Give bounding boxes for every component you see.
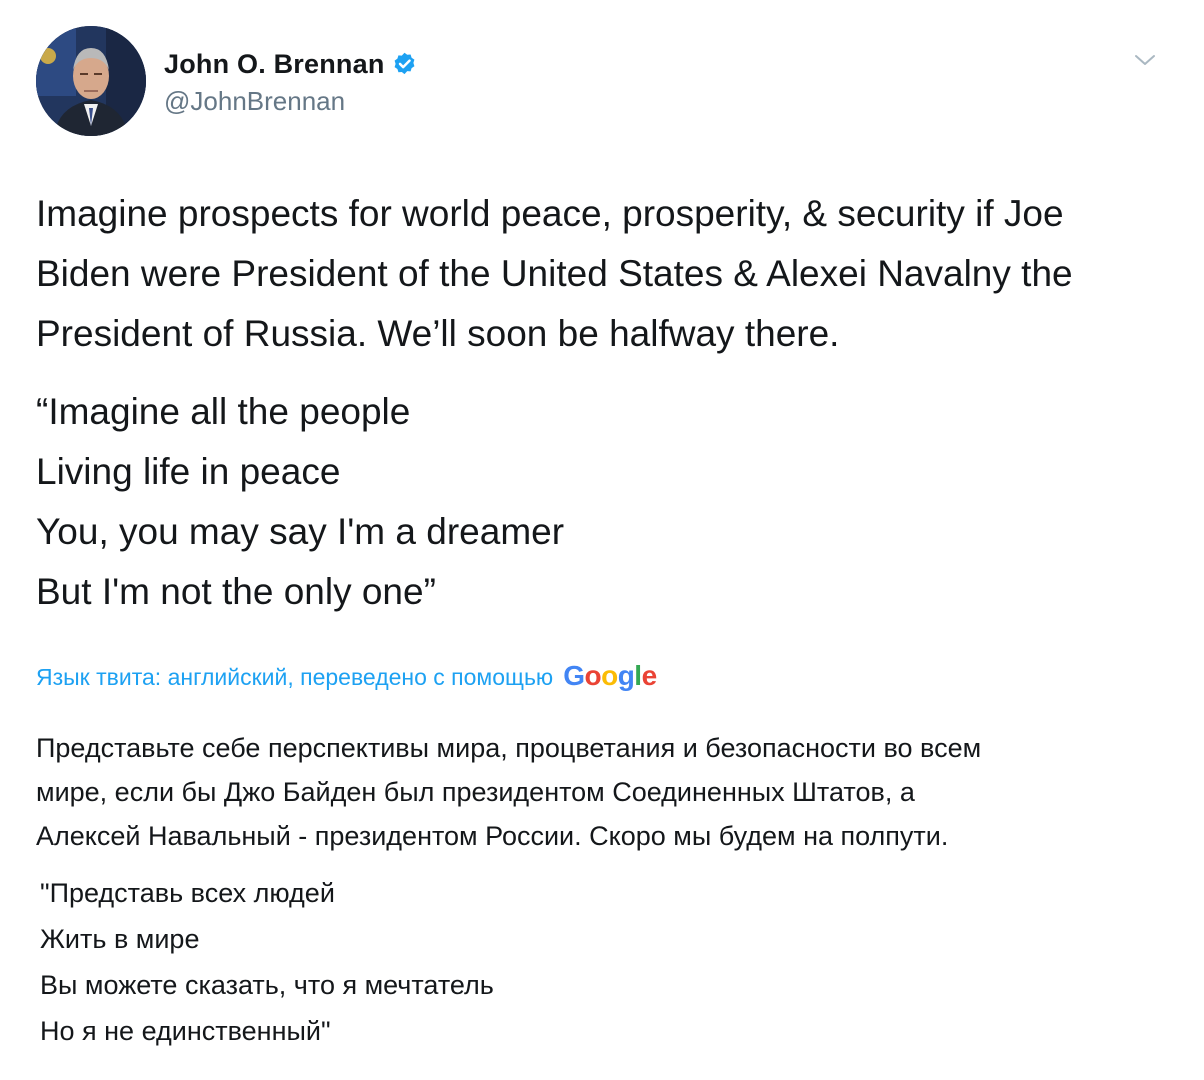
author-info: John O. Brennan @JohnBrennan bbox=[164, 46, 418, 117]
display-name[interactable]: John O. Brennan bbox=[164, 49, 385, 80]
poem-line: “Imagine all the people bbox=[36, 391, 411, 432]
avatar[interactable] bbox=[36, 26, 146, 136]
tweet-poem: “Imagine all the people Living life in p… bbox=[36, 382, 1176, 622]
translated-poem-line: Вы можете сказать, что я мечтатель bbox=[40, 970, 494, 1000]
google-logo: Google bbox=[563, 660, 658, 692]
translation-notice[interactable]: Язык твита: английский, переведено с пом… bbox=[36, 660, 657, 692]
translated-poem-line: "Представь всех людей bbox=[40, 878, 335, 908]
poem-line: Living life in peace bbox=[36, 451, 341, 492]
translated-poem-line: Жить в мире bbox=[40, 924, 200, 954]
handle[interactable]: @JohnBrennan bbox=[164, 86, 418, 117]
translated-line: Представьте себе перспективы мира, процв… bbox=[36, 733, 982, 763]
google-logo-letter: g bbox=[617, 660, 635, 691]
tweet: John O. Brennan @JohnBrennan Imagine pro… bbox=[0, 0, 1204, 1080]
tweet-header: John O. Brennan @JohnBrennan bbox=[36, 26, 1176, 138]
tweet-line: Biden were President of the United State… bbox=[36, 253, 1073, 294]
tweet-line: Imagine prospects for world peace, prosp… bbox=[36, 193, 1064, 234]
poem-line: But I'm not the only one” bbox=[36, 571, 436, 612]
translated-line: мире, если бы Джо Байден был президентом… bbox=[36, 777, 915, 807]
translated-poem-line: Но я не единственный" bbox=[40, 1016, 331, 1046]
google-logo-letter: e bbox=[641, 660, 658, 691]
translated-paragraph: Представьте себе перспективы мира, процв… bbox=[36, 726, 1176, 858]
name-row: John O. Brennan bbox=[164, 46, 418, 82]
tweet-text: Imagine prospects for world peace, prosp… bbox=[36, 184, 1176, 622]
google-logo-letter: o bbox=[584, 660, 602, 691]
tweet-paragraph: Imagine prospects for world peace, prosp… bbox=[36, 184, 1176, 364]
translated-text: Представьте себе перспективы мира, процв… bbox=[36, 726, 1176, 1054]
translated-line: Алексей Навальный - президентом России. … bbox=[36, 821, 949, 851]
tweet-line: President of Russia. We’ll soon be halfw… bbox=[36, 313, 840, 354]
translation-notice-text[interactable]: Язык твита: английский, переведено с пом… bbox=[36, 664, 553, 691]
poem-line: You, you may say I'm a dreamer bbox=[36, 511, 565, 552]
google-logo-letter: o bbox=[601, 660, 618, 691]
chevron-down-icon[interactable] bbox=[1132, 50, 1158, 70]
translated-poem: "Представь всех людей Жить в мире Вы мож… bbox=[36, 870, 1176, 1054]
verified-badge-icon bbox=[391, 51, 418, 78]
google-logo-letter: G bbox=[563, 660, 585, 691]
google-logo-letter: l bbox=[634, 660, 642, 691]
